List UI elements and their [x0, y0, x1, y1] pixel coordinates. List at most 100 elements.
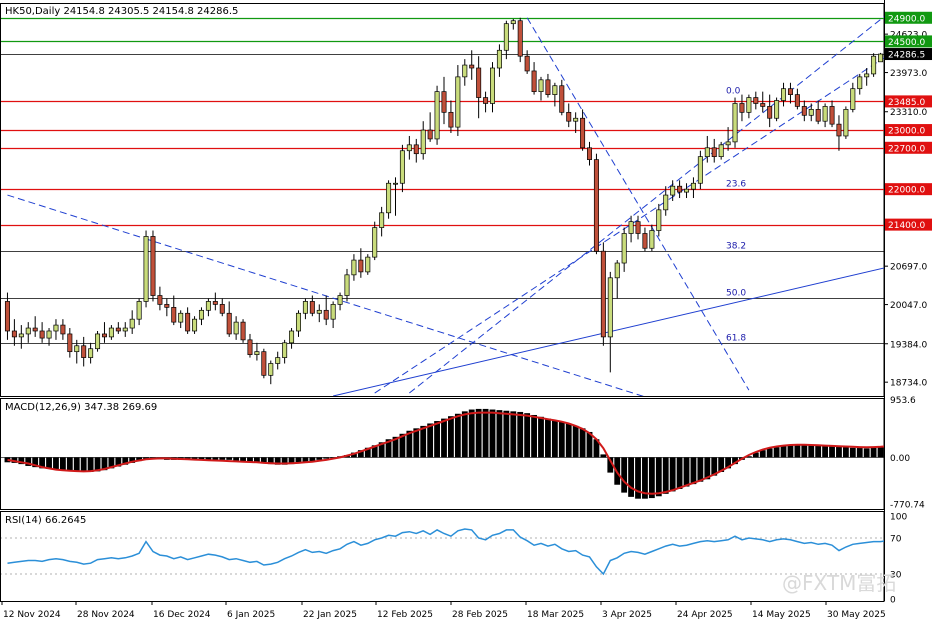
macd-bar — [628, 457, 634, 497]
price-tick-label: 20697.0 — [890, 263, 927, 273]
candle-body — [358, 259, 364, 273]
macd-bar — [565, 423, 572, 458]
candle-body — [781, 88, 787, 101]
candle-body — [496, 49, 502, 69]
macd-bar — [434, 421, 440, 458]
level-badge-label: 23000.0 — [888, 127, 925, 137]
candle-body — [150, 236, 156, 296]
candle-body — [351, 259, 357, 276]
macd-bar — [621, 457, 628, 493]
time-tick-label: 6 Jan 2025 — [227, 610, 275, 620]
candle-body — [587, 147, 593, 160]
candle-body — [434, 91, 440, 140]
candle-body — [427, 129, 433, 140]
candle-body — [39, 330, 45, 339]
candle-body — [829, 106, 835, 125]
candle-body — [46, 330, 52, 339]
macd-bar — [600, 454, 607, 458]
candle-body — [580, 117, 586, 149]
price-tick-label: 19384.0 — [890, 340, 927, 350]
macd-bar — [59, 457, 66, 471]
fib-label: 50.0 — [726, 289, 746, 299]
candle-body — [330, 304, 336, 320]
candle-body — [129, 318, 135, 329]
macd-bar — [233, 457, 240, 461]
macd-tick-label: 0.00 — [890, 454, 910, 464]
macd-bar — [53, 457, 59, 470]
candle-body — [171, 307, 177, 323]
chart-root: HK50,Daily 24154.8 24305.5 24154.8 24286… — [0, 0, 936, 624]
candle-body — [275, 357, 281, 364]
candle-body — [74, 345, 80, 353]
macd-bar — [545, 418, 551, 458]
candle-body — [545, 79, 551, 95]
candle-body — [718, 144, 724, 158]
candle-body — [684, 188, 690, 193]
macd-bar — [863, 448, 870, 458]
candle-body — [11, 330, 17, 338]
candle-body — [490, 67, 496, 104]
candle-body — [850, 88, 856, 110]
candle-body — [635, 221, 641, 234]
price-tick-label: 18734.0 — [890, 379, 927, 389]
candle-body — [157, 295, 163, 305]
candle-body — [337, 295, 343, 305]
candle-body — [25, 327, 31, 335]
candle-body — [857, 76, 863, 90]
candle-body — [483, 97, 489, 104]
candle-body — [372, 227, 378, 258]
macd-bar — [496, 410, 503, 458]
candle-body — [836, 123, 842, 137]
time-tick-label: 28 Nov 2024 — [77, 610, 135, 620]
candle-body — [739, 103, 745, 113]
candle-body — [794, 94, 800, 107]
macd-bar — [66, 457, 73, 471]
candle-body — [60, 324, 66, 335]
fib-label: 23.6 — [726, 180, 746, 190]
macd-bar — [219, 457, 226, 460]
candle-body — [538, 79, 544, 92]
candle-body — [143, 236, 149, 302]
candle-body — [309, 301, 315, 314]
candle-body — [559, 85, 565, 113]
macd-bar — [579, 428, 586, 458]
macd-tick-label: 953.6 — [890, 396, 916, 406]
fib-label: 38.2 — [726, 242, 746, 252]
candle-body — [164, 304, 170, 308]
macd-label: MACD(12,26,9) 347.38 269.69 — [5, 402, 157, 413]
candle-body — [406, 144, 412, 152]
candle-body — [413, 144, 419, 155]
macd-bar — [808, 444, 815, 458]
macd-bar — [842, 447, 849, 458]
candle-body — [462, 64, 468, 78]
candle-body — [205, 301, 211, 311]
candle-body — [455, 76, 461, 128]
candle-body — [289, 330, 295, 344]
macd-bar — [420, 425, 427, 458]
time-tick-label: 24 Apr 2025 — [677, 610, 733, 620]
macd-bar — [538, 416, 544, 458]
macd-bar — [482, 408, 489, 458]
time-tick-label: 28 Feb 2025 — [452, 610, 508, 620]
macd-bar — [780, 445, 787, 458]
price-chart: HK50,Daily 24154.8 24305.5 24154.8 24286… — [0, 0, 936, 624]
candle-body — [226, 312, 232, 335]
candle-body — [95, 333, 101, 350]
candle-body — [677, 185, 683, 193]
macd-bar — [475, 408, 482, 458]
candle-body — [18, 333, 24, 338]
candle-body — [628, 221, 634, 234]
macd-bar — [697, 457, 704, 482]
level-badge-label: 21400.0 — [888, 221, 925, 231]
candle-body — [81, 345, 87, 358]
candle-body — [767, 106, 773, 119]
fib-label: 0.0 — [726, 87, 741, 97]
candle-body — [760, 103, 766, 107]
candle-body — [302, 301, 308, 314]
candle-body — [365, 256, 371, 273]
candle-body — [399, 150, 405, 184]
candle-body — [178, 312, 184, 323]
macd-bar — [551, 420, 558, 458]
candle-body — [386, 182, 392, 214]
candle-body — [732, 103, 738, 143]
